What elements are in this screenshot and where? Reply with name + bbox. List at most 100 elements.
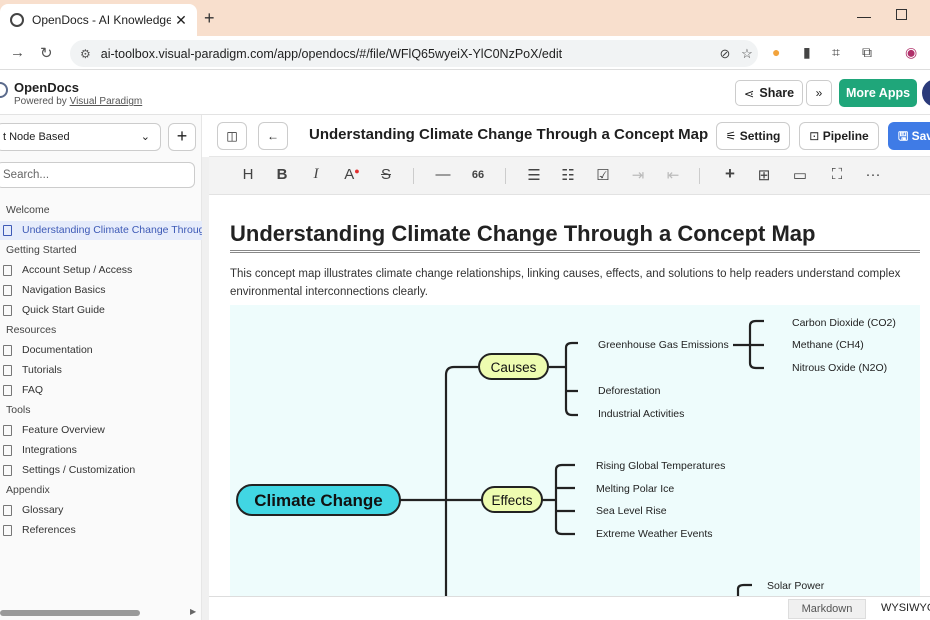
sidebar-section-label[interactable]: Resources [0, 321, 202, 340]
root-node[interactable]: Climate Change [236, 484, 401, 516]
sidebar-page-item[interactable]: Tutorials [0, 361, 202, 380]
sidebar-page-item[interactable]: Feature Overview [0, 421, 202, 440]
table-icon[interactable]: ⊞ [753, 166, 775, 184]
address-bar[interactable]: ⚙ ai-toolbox.visual-paradigm.com/app/ope… [70, 40, 758, 67]
effects-node[interactable]: Effects [481, 486, 543, 513]
sidebar-page-item[interactable]: Understanding Climate Change Through [0, 221, 202, 240]
tab-title: OpenDocs - AI Knowledge Base [32, 13, 171, 27]
sidebar-resize-handle[interactable] [202, 157, 209, 620]
pipeline-button[interactable]: ⊡ Pipeline [799, 122, 879, 150]
sidebar-page-item[interactable]: Account Setup / Access [0, 261, 202, 280]
sidebar-page-item[interactable]: Integrations [0, 441, 202, 460]
forward-icon[interactable]: → [10, 44, 25, 61]
scroll-right-icon[interactable]: ▶ [190, 607, 196, 616]
search-input[interactable]: Search... [0, 162, 195, 188]
editor-content[interactable]: Understanding Climate Change Through a C… [209, 195, 930, 596]
browser-tab[interactable]: OpenDocs - AI Knowledge Base ✕ [0, 4, 197, 36]
indent-icon[interactable]: ⇥ [627, 166, 649, 184]
page-icon [3, 285, 12, 296]
cause-item: Deforestation [598, 385, 661, 397]
toggle-sidebar-button[interactable]: ◫ [217, 122, 247, 150]
expand-chevron-button[interactable]: » [806, 80, 832, 106]
powered-by: Powered by Visual Paradigm [14, 96, 142, 107]
add-page-button[interactable]: + [168, 123, 196, 151]
screenshot-icon[interactable]: ⌗ [832, 44, 840, 61]
new-tab-icon[interactable]: + [204, 8, 215, 29]
share-icon: ⋖ [743, 86, 755, 101]
sidebar-page-item[interactable]: Settings / Customization [0, 461, 202, 480]
intro-paragraph: This concept map illustrates climate cha… [230, 268, 901, 298]
browser-tab-bar: OpenDocs - AI Knowledge Base ✕ + — [0, 0, 930, 36]
close-tab-icon[interactable]: ✕ [171, 12, 191, 29]
visual-paradigm-link[interactable]: Visual Paradigm [70, 96, 143, 107]
pin-extension-icon[interactable]: ▮ [803, 44, 811, 61]
concept-map-svg: Climate Change Causes Effects Greenhouse… [236, 317, 896, 596]
share-button[interactable]: ⋖ Share [735, 80, 803, 106]
maximize-icon[interactable] [896, 9, 907, 20]
avatar[interactable] [922, 79, 930, 107]
page-icon [3, 445, 12, 456]
sidebar-section-label[interactable]: Welcome [0, 201, 202, 220]
document-heading: Understanding Climate Change Through a C… [230, 221, 816, 246]
extension-icon[interactable]: ● [772, 44, 780, 60]
setting-button[interactable]: ⚟ Setting [716, 122, 790, 150]
image-icon[interactable]: ⛶ [826, 166, 848, 183]
sidebar-section-label[interactable]: Appendix [0, 481, 202, 500]
strikethrough-icon[interactable]: S [375, 166, 397, 183]
site-settings-icon[interactable]: ⚙ [80, 47, 91, 61]
pipeline-label: Pipeline [822, 129, 869, 143]
mode-select[interactable]: t Node Based ⌄ [0, 123, 161, 151]
sidebar-item-label: Settings / Customization [22, 464, 136, 476]
reload-icon[interactable]: ↻ [40, 44, 53, 62]
sidebar-page-item[interactable]: Quick Start Guide [0, 301, 202, 320]
sidebar-page-item[interactable]: Glossary [0, 501, 202, 520]
sidebar-item-label: Resources [6, 324, 57, 336]
bookmark-star-icon[interactable]: ☆ [736, 46, 758, 62]
sidebar-item-label: Tutorials [22, 364, 62, 376]
more-options-icon[interactable]: ··· [862, 166, 884, 183]
causes-node[interactable]: Causes [478, 353, 549, 380]
insert-icon[interactable]: + [719, 164, 741, 184]
page-icon [3, 225, 12, 236]
italic-icon[interactable]: I [305, 166, 327, 183]
sidebar-item-label: Glossary [22, 504, 64, 516]
wysiwyg-tab[interactable]: WYSIWYG [871, 599, 930, 619]
blockquote-icon[interactable]: 66 [467, 169, 489, 181]
more-apps-button[interactable]: More Apps [839, 79, 917, 107]
sidebar-scrollbar[interactable] [0, 610, 140, 616]
sidebar-section-label[interactable]: Getting Started [0, 241, 202, 260]
save-button[interactable]: 🖫 Sav [888, 122, 930, 150]
sidebar-page-item[interactable]: Documentation [0, 341, 202, 360]
profile-icon[interactable]: ◉ [905, 44, 917, 61]
minimize-icon[interactable]: — [857, 8, 871, 24]
root-label: Climate Change [254, 491, 382, 510]
causes-label: Causes [491, 360, 537, 375]
sidebar-page-item[interactable]: FAQ [0, 381, 202, 400]
sidebar-page-item[interactable]: Navigation Basics [0, 281, 202, 300]
numbered-list-icon[interactable]: ☷ [557, 166, 579, 184]
sidebar-section-label[interactable]: Tools [0, 401, 202, 420]
sidebar-item-label: Tools [6, 404, 31, 416]
sidebar-page-item[interactable]: References [0, 521, 202, 540]
task-list-icon[interactable]: ☑ [592, 166, 614, 184]
sidebar-item-label: Appendix [6, 484, 50, 496]
horizontal-rule-icon[interactable]: — [432, 166, 454, 183]
extensions-puzzle-icon[interactable]: ⧉ [862, 44, 872, 61]
heading-icon[interactable]: H [237, 166, 259, 183]
back-button[interactable]: ← [258, 122, 288, 150]
save-label: Sav [911, 129, 930, 143]
outdent-icon[interactable]: ⇤ [662, 166, 684, 184]
effect-item: Rising Global Temperatures [596, 460, 725, 472]
page-icon [3, 345, 12, 356]
embed-icon[interactable]: ▭ [789, 166, 811, 184]
no-tracking-icon[interactable]: ⊘ [714, 46, 736, 62]
heading-rule [230, 250, 920, 253]
bold-icon[interactable]: B [271, 166, 293, 183]
page-icon [3, 525, 12, 536]
address-row: → ↻ ⚙ ai-toolbox.visual-paradigm.com/app… [0, 36, 930, 70]
gas-item: Methane (CH4) [792, 339, 864, 351]
editor-mode-bar: Markdown WYSIWYG [209, 596, 930, 620]
bullet-list-icon[interactable]: ☰ [523, 166, 545, 184]
text-color-icon[interactable]: A● [341, 166, 363, 183]
markdown-tab[interactable]: Markdown [788, 599, 866, 619]
